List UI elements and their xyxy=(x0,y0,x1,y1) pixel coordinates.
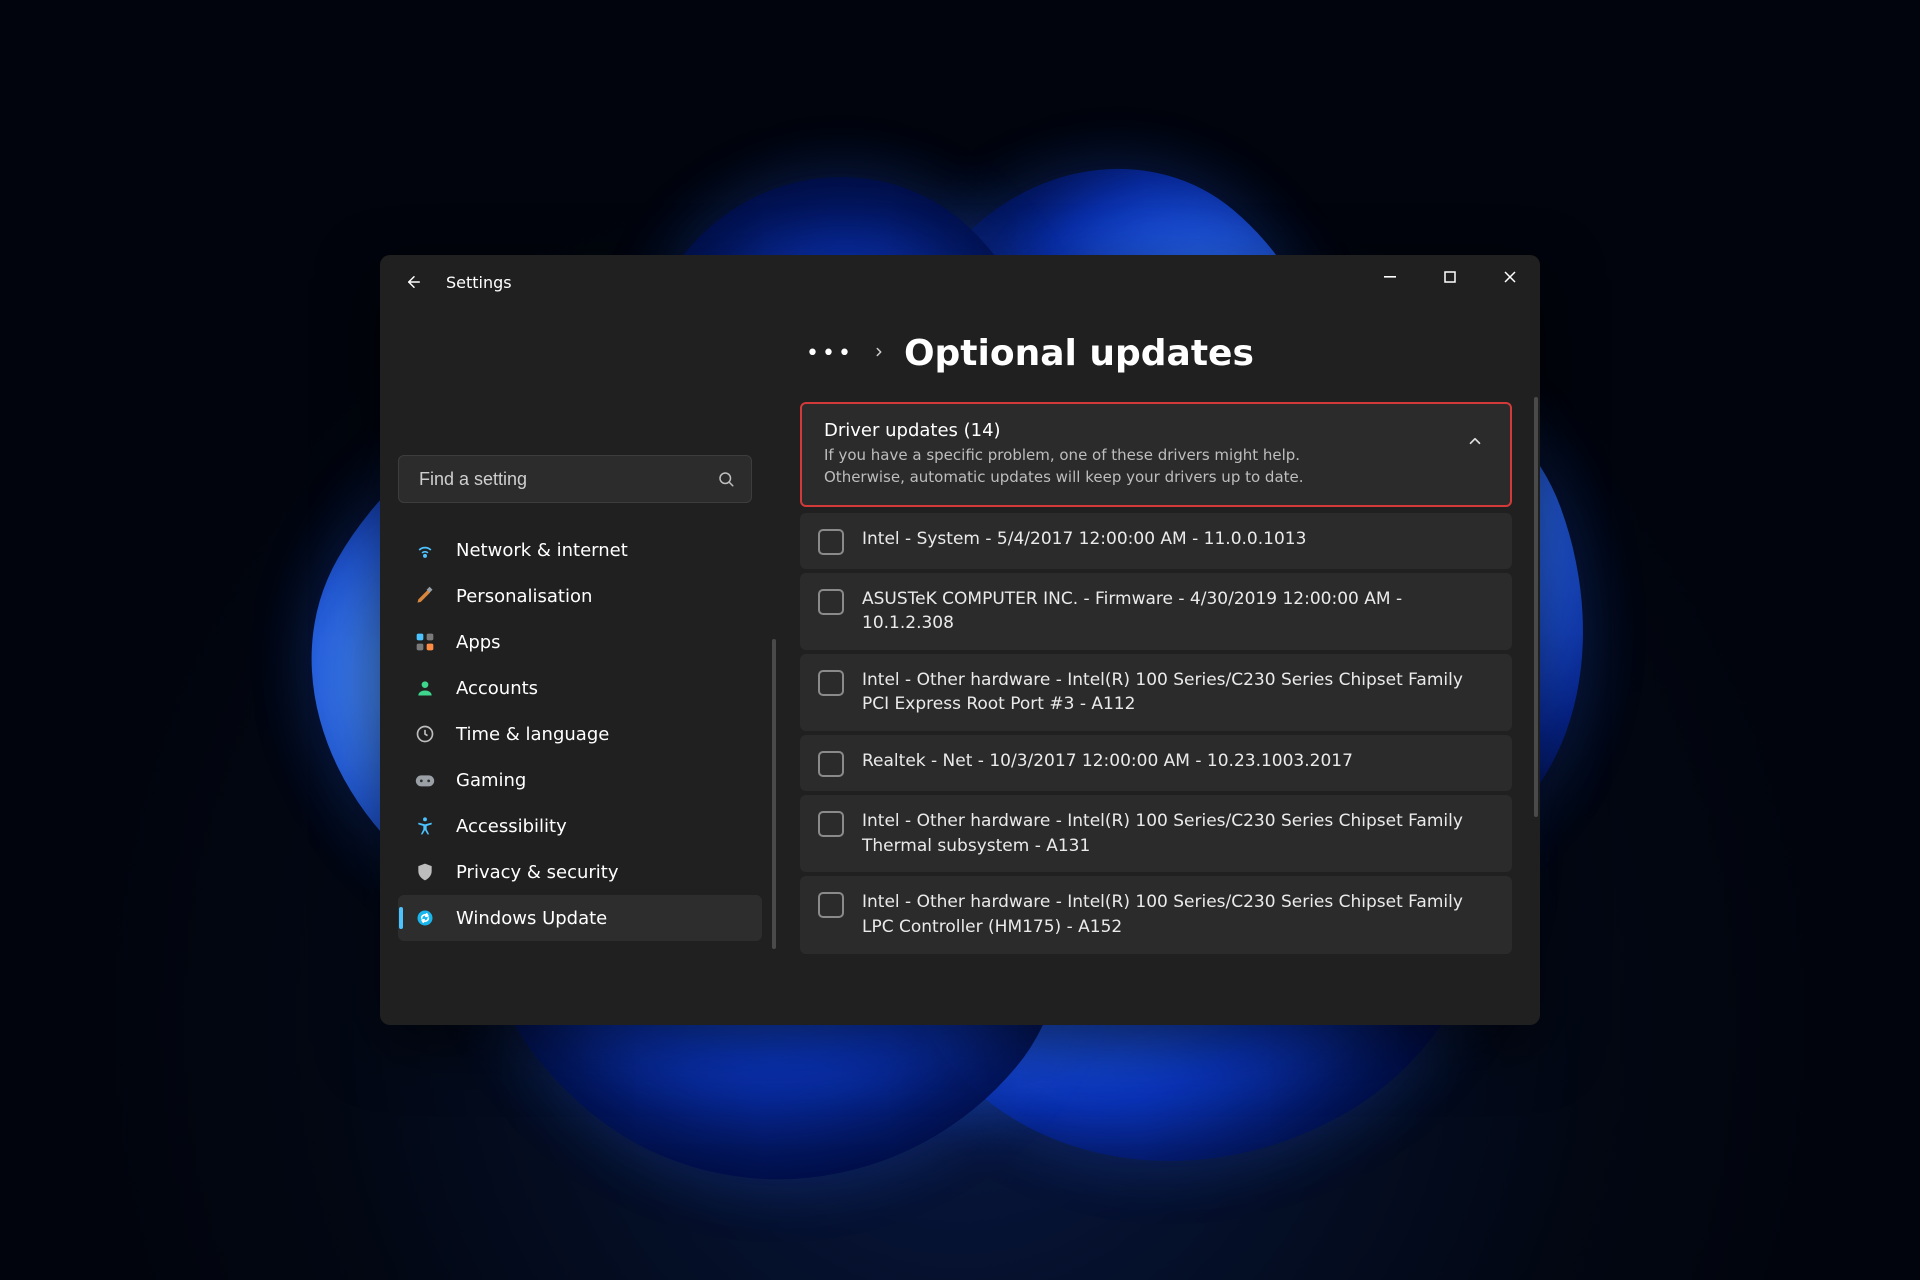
maximize-icon xyxy=(1444,271,1456,283)
back-arrow-icon xyxy=(405,273,423,291)
window-title: Settings xyxy=(446,273,512,292)
search-icon xyxy=(717,470,735,488)
update-list: Intel - System - 5/4/2017 12:00:00 AM - … xyxy=(800,513,1512,954)
sidebar-item-label: Privacy & security xyxy=(456,862,619,883)
window-controls xyxy=(1360,255,1540,299)
search-box[interactable] xyxy=(398,455,752,503)
sidebar: Network & internet Personalisation Apps xyxy=(380,309,780,1025)
minimize-icon xyxy=(1384,271,1396,283)
chevron-right-icon xyxy=(872,344,886,363)
update-checkbox[interactable] xyxy=(818,670,844,696)
sidebar-item-gaming[interactable]: Gaming xyxy=(398,757,762,803)
sidebar-item-accounts[interactable]: Accounts xyxy=(398,665,762,711)
update-label: Intel - Other hardware - Intel(R) 100 Se… xyxy=(862,890,1494,939)
update-icon xyxy=(414,907,436,929)
sidebar-nav: Network & internet Personalisation Apps xyxy=(398,527,762,941)
sidebar-item-accessibility[interactable]: Accessibility xyxy=(398,803,762,849)
content: ••• Optional updates Driver updates (14)… xyxy=(780,309,1540,1025)
update-item[interactable]: Realtek - Net - 10/3/2017 12:00:00 AM - … xyxy=(800,735,1512,791)
update-label: Realtek - Net - 10/3/2017 12:00:00 AM - … xyxy=(862,749,1353,774)
update-checkbox[interactable] xyxy=(818,751,844,777)
settings-window: Settings xyxy=(380,255,1540,1025)
update-item[interactable]: Intel - Other hardware - Intel(R) 100 Se… xyxy=(800,654,1512,731)
sidebar-item-time-language[interactable]: Time & language xyxy=(398,711,762,757)
sidebar-item-label: Accessibility xyxy=(456,816,567,837)
update-label: Intel - Other hardware - Intel(R) 100 Se… xyxy=(862,809,1494,858)
breadcrumb-ellipsis[interactable]: ••• xyxy=(806,341,854,366)
sidebar-item-privacy[interactable]: Privacy & security xyxy=(398,849,762,895)
update-checkbox[interactable] xyxy=(818,892,844,918)
driver-updates-subtitle: If you have a specific problem, one of t… xyxy=(824,445,1384,489)
maximize-button[interactable] xyxy=(1420,255,1480,299)
sidebar-item-label: Windows Update xyxy=(456,908,607,929)
chevron-up-icon xyxy=(1466,420,1488,454)
sidebar-item-label: Gaming xyxy=(456,770,526,791)
update-checkbox[interactable] xyxy=(818,811,844,837)
shield-icon xyxy=(414,861,436,883)
window-body: Network & internet Personalisation Apps xyxy=(380,309,1540,1025)
content-scrollbar[interactable] xyxy=(1534,397,1538,817)
update-checkbox[interactable] xyxy=(818,589,844,615)
sidebar-scrollbar[interactable] xyxy=(772,639,776,949)
close-icon xyxy=(1504,271,1516,283)
search-input[interactable] xyxy=(417,468,717,491)
back-button[interactable] xyxy=(398,266,430,298)
titlebar: Settings xyxy=(380,255,1540,309)
sidebar-item-label: Time & language xyxy=(456,724,609,745)
minimize-button[interactable] xyxy=(1360,255,1420,299)
globe-clock-icon xyxy=(414,723,436,745)
update-label: ASUSTeK COMPUTER INC. - Firmware - 4/30/… xyxy=(862,587,1494,636)
update-item[interactable]: ASUSTeK COMPUTER INC. - Firmware - 4/30/… xyxy=(800,573,1512,650)
sidebar-item-personalisation[interactable]: Personalisation xyxy=(398,573,762,619)
update-checkbox[interactable] xyxy=(818,529,844,555)
driver-updates-title: Driver updates (14) xyxy=(824,420,1448,441)
sidebar-item-label: Network & internet xyxy=(456,540,628,561)
apps-icon xyxy=(414,631,436,653)
desktop: Settings xyxy=(0,0,1920,1280)
wifi-icon xyxy=(414,539,436,561)
accessibility-icon xyxy=(414,815,436,837)
breadcrumb: ••• Optional updates xyxy=(800,333,1512,374)
sidebar-item-apps[interactable]: Apps xyxy=(398,619,762,665)
page-title: Optional updates xyxy=(904,333,1254,374)
close-button[interactable] xyxy=(1480,255,1540,299)
sidebar-item-network[interactable]: Network & internet xyxy=(398,527,762,573)
sidebar-item-windows-update[interactable]: Windows Update xyxy=(398,895,762,941)
paintbrush-icon xyxy=(414,585,436,607)
sidebar-item-label: Personalisation xyxy=(456,586,592,607)
update-item[interactable]: Intel - Other hardware - Intel(R) 100 Se… xyxy=(800,795,1512,872)
person-icon xyxy=(414,677,436,699)
driver-updates-header[interactable]: Driver updates (14) If you have a specif… xyxy=(800,402,1512,507)
update-label: Intel - Other hardware - Intel(R) 100 Se… xyxy=(862,668,1494,717)
sidebar-item-label: Accounts xyxy=(456,678,538,699)
gamepad-icon xyxy=(414,769,436,791)
update-label: Intel - System - 5/4/2017 12:00:00 AM - … xyxy=(862,527,1306,552)
update-item[interactable]: Intel - Other hardware - Intel(R) 100 Se… xyxy=(800,876,1512,953)
update-item[interactable]: Intel - System - 5/4/2017 12:00:00 AM - … xyxy=(800,513,1512,569)
sidebar-item-label: Apps xyxy=(456,632,501,653)
